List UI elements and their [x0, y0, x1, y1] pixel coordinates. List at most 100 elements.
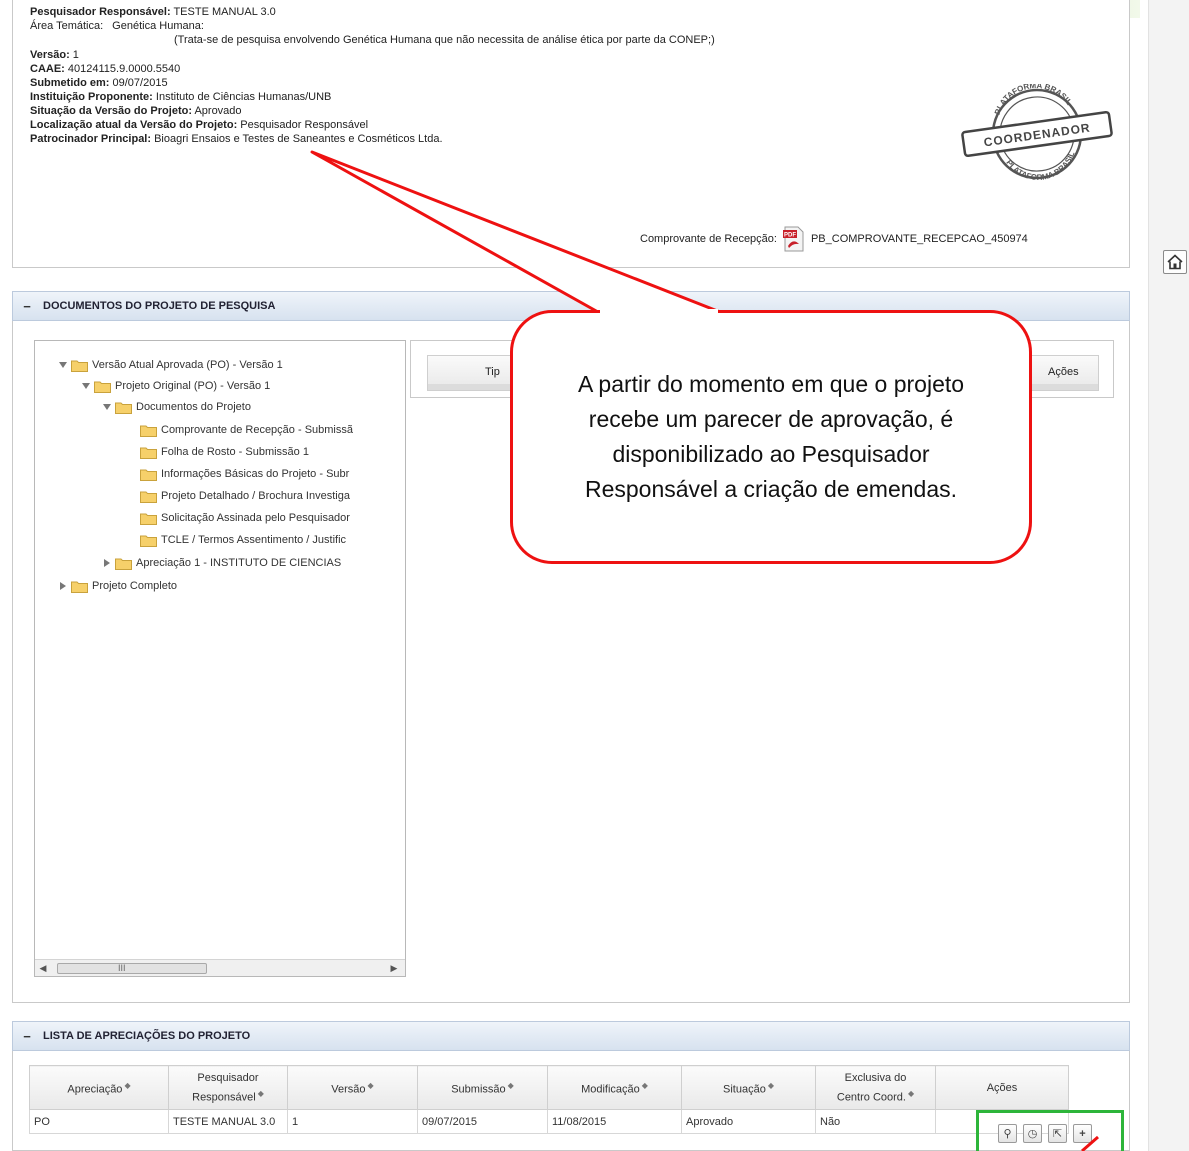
info-situacao: Situação da Versão do Projeto: Aprovado	[30, 105, 242, 118]
tree-node[interactable]: Projeto Original (PO) - Versão 1	[82, 378, 270, 394]
info-submetido: Submetido em: 09/07/2015	[30, 77, 168, 90]
tree-node-label: Apreciação 1 - INSTITUTO DE CIENCIAS	[136, 557, 342, 569]
label: Pesquisador Responsável:	[30, 6, 171, 18]
header-label: Ações	[986, 1081, 1018, 1094]
info-pesquisador: Pesquisador Responsável: TESTE MANUAL 3.…	[30, 6, 276, 19]
collapse-toggle[interactable]: −	[17, 1029, 37, 1044]
folder-icon	[140, 425, 157, 437]
scrollbar-thumb[interactable]: III	[57, 963, 207, 974]
sort-icon: ◆	[907, 1088, 915, 1098]
value: Bioagri Ensaios e Testes de Saneantes e …	[151, 133, 443, 145]
info-versao: Versão: 1	[30, 49, 79, 62]
column-header-versao[interactable]: Versão ◆	[287, 1065, 418, 1110]
folder-icon	[140, 469, 157, 481]
header-label: Responsável	[192, 1091, 256, 1104]
tree-node[interactable]: Projeto Detalhado / Brochura Investiga	[140, 488, 350, 504]
table-header-row: Apreciação ◆ Pesquisador Responsável ◆ Vers…	[29, 1065, 1069, 1110]
folder-icon	[115, 402, 132, 414]
cell-apreciacao: PO	[29, 1109, 169, 1134]
sort-icon: ◆	[367, 1080, 374, 1090]
tree-node[interactable]: Projeto Completo	[59, 578, 177, 594]
tree-node[interactable]: Versão Atual Aprovada (PO) - Versão 1	[59, 357, 283, 373]
header-label: Apreciação	[67, 1083, 123, 1096]
value: TESTE MANUAL 3.0	[170, 6, 276, 18]
cell-modificacao: 11/08/2015	[547, 1109, 682, 1134]
label: Submetido em:	[30, 77, 110, 89]
receipt-file-link[interactable]: PB_COMPROVANTE_RECEPCAO_450974	[811, 233, 1028, 245]
actions-highlight-box	[976, 1110, 1124, 1151]
cell-versao: 1	[287, 1109, 418, 1134]
value: Instituto de Ciências Humanas/UNB	[152, 91, 332, 103]
label: CAAE:	[30, 63, 65, 75]
column-header-modificacao[interactable]: Modificação ◆	[547, 1065, 682, 1110]
header-label: Situação	[723, 1083, 766, 1096]
column-header-apreciacao[interactable]: Apreciação ◆	[29, 1065, 169, 1110]
appraisals-table: Apreciação ◆ Pesquisador Responsável ◆ Vers…	[29, 1065, 1069, 1134]
value: 40124115.9.0000.5540	[64, 63, 181, 75]
column-header-situacao[interactable]: Situação ◆	[681, 1065, 816, 1110]
svg-text:PLATAFORMA BRASIL: PLATAFORMA BRASIL	[1004, 149, 1080, 184]
column-header-exclusiva[interactable]: Exclusiva do Centro Coord. ◆	[815, 1065, 936, 1110]
coordenador-stamp-image: PLATAFORMA BRASIL PLATAFORMA BRASIL COOR…	[961, 84, 1113, 184]
sort-icon: ◆	[507, 1080, 514, 1090]
tree-node[interactable]: Documentos do Projeto	[103, 399, 251, 415]
horizontal-scrollbar[interactable]: ◀ III ▶	[35, 959, 405, 976]
label: Localização atual da Versão do Projeto:	[30, 119, 238, 131]
callout-join-patch	[600, 309, 718, 316]
label: Versão:	[30, 49, 70, 61]
expanded-toggle-icon[interactable]	[103, 403, 111, 411]
value: Aprovado	[192, 105, 242, 117]
right-side-strip	[1148, 0, 1189, 1151]
folder-icon	[71, 581, 88, 593]
receipt-row: Comprovante de Recepção: PDF PB_COMPROVA…	[640, 226, 1028, 252]
cell-exclusiva: Não	[815, 1109, 936, 1134]
svg-text:PDF: PDF	[784, 233, 796, 239]
info-area-note: (Trata-se de pesquisa envolvendo Genétic…	[174, 34, 715, 46]
header-label: Versão	[331, 1083, 366, 1096]
collapsed-toggle-icon[interactable]	[103, 559, 111, 567]
cell-situacao: Aprovado	[681, 1109, 816, 1134]
folder-icon	[115, 558, 132, 570]
tree-node[interactable]: Folha de Rosto - Submissão 1	[140, 444, 309, 460]
tree-node[interactable]: TCLE / Termos Assentimento / Justific	[140, 532, 346, 548]
value: Genética Humana:	[112, 20, 204, 32]
scroll-right-icon[interactable]: ▶	[389, 963, 399, 974]
svg-text:PLATAFORMA BRASIL: PLATAFORMA BRASIL	[989, 84, 1074, 117]
column-header-acoes: Ações	[935, 1065, 1069, 1110]
header-label: Modificação	[581, 1083, 640, 1096]
value: Pesquisador Responsável	[237, 119, 369, 131]
cell-submissao: 09/07/2015	[417, 1109, 548, 1134]
sort-icon: ◆	[767, 1080, 774, 1090]
folder-icon	[140, 491, 157, 503]
info-caae: CAAE: 40124115.9.0000.5540	[30, 63, 180, 76]
header-label: Exclusiva do	[844, 1071, 907, 1084]
info-area: Área Temática: Genética Humana:	[30, 20, 204, 33]
scroll-left-icon[interactable]: ◀	[38, 963, 48, 974]
collapse-toggle[interactable]: −	[17, 299, 37, 314]
table-row: PO TESTE MANUAL 3.0 1 09/07/2015 11/08/2…	[29, 1109, 1069, 1134]
column-header-tipo[interactable]: Tip	[485, 366, 500, 378]
header-label: Centro Coord.	[836, 1091, 906, 1104]
tree-node[interactable]: Solicitação Assinada pelo Pesquisador	[140, 510, 350, 526]
label: Instituição Proponente:	[30, 91, 153, 103]
tree-node-label: Projeto Detalhado / Brochura Investiga	[161, 490, 350, 502]
tree-node[interactable]: Apreciação 1 - INSTITUTO DE CIENCIAS	[103, 555, 341, 571]
collapsed-toggle-icon[interactable]	[59, 582, 67, 590]
expanded-toggle-icon[interactable]	[82, 382, 90, 390]
tree-node-label: TCLE / Termos Assentimento / Justific	[161, 534, 347, 546]
home-button[interactable]	[1163, 250, 1187, 274]
home-icon	[1167, 254, 1183, 270]
scroll-grip: III	[118, 963, 126, 973]
callout-text: A partir do momento em que o projeto rec…	[577, 371, 965, 502]
cell-pesquisador: TESTE MANUAL 3.0	[168, 1109, 288, 1134]
value: 09/07/2015	[109, 77, 168, 89]
folder-icon	[140, 535, 157, 547]
column-header-pesquisador[interactable]: Pesquisador Responsável ◆	[168, 1065, 288, 1110]
expanded-toggle-icon[interactable]	[59, 361, 67, 369]
tree-node[interactable]: Comprovante de Recepção - Submissã	[140, 422, 353, 438]
column-header-submissao[interactable]: Submissão ◆	[417, 1065, 548, 1110]
tree-node[interactable]: Informações Básicas do Projeto - Subr	[140, 466, 349, 482]
folder-icon	[140, 447, 157, 459]
pdf-icon[interactable]: PDF	[782, 226, 805, 252]
column-header-acoes: Ações	[1048, 366, 1079, 378]
